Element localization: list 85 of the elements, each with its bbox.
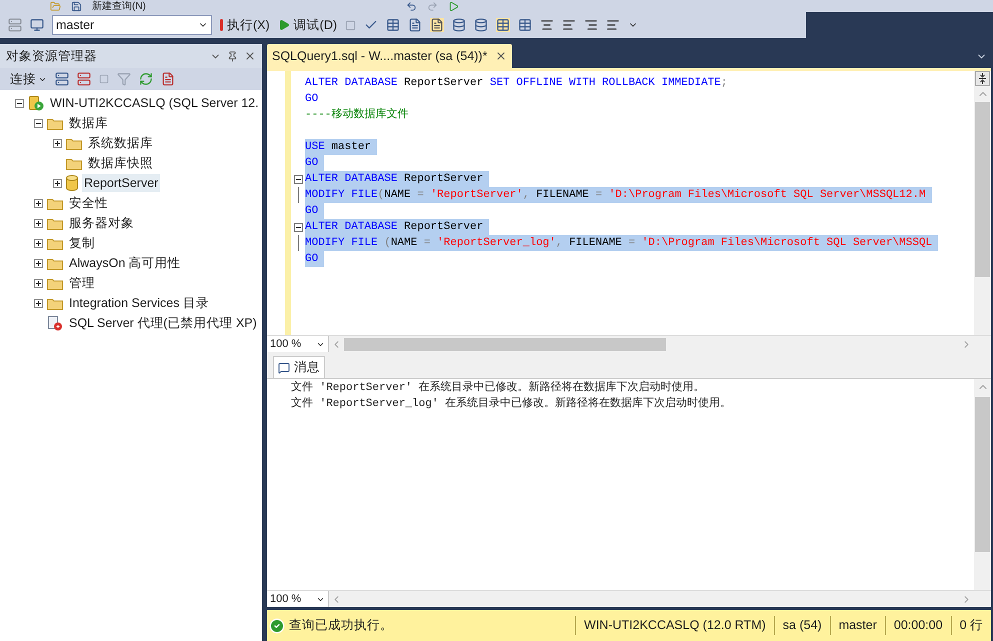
folder-icon	[47, 216, 63, 230]
debug-button[interactable]: 调试(D)	[278, 16, 338, 34]
scrollbar[interactable]	[974, 379, 991, 590]
folder-icon	[47, 236, 63, 250]
server-icon	[28, 95, 44, 111]
close-icon[interactable]	[495, 50, 508, 62]
tree-item[interactable]: Integration Services 目录	[67, 294, 211, 312]
scrollbar-thumb[interactable]	[344, 338, 666, 350]
status-message: 查询已成功执行。	[289, 617, 394, 634]
expand-icon[interactable]	[34, 258, 43, 268]
tree-item[interactable]: 服务器对象	[67, 214, 136, 232]
indent-icon[interactable]	[584, 18, 598, 32]
tree-item[interactable]: SQL Server 代理(已禁用代理 XP)	[67, 314, 259, 332]
folder-icon	[47, 196, 63, 210]
close-icon[interactable]	[244, 50, 256, 62]
folder-icon	[66, 136, 82, 150]
connect-button[interactable]: 连接	[10, 70, 47, 88]
tree-item[interactable]: AlwaysOn 高可用性	[67, 254, 183, 272]
agent-icon	[47, 315, 63, 331]
new-query-button[interactable]: 新建查询(N)	[92, 1, 146, 12]
row-count: 0 行	[950, 616, 991, 635]
tree-item[interactable]: 复制	[67, 234, 97, 252]
monitor-icon[interactable]	[30, 18, 44, 32]
folder-icon	[47, 116, 63, 130]
tree-item[interactable]: ReportServer	[82, 174, 160, 192]
message-line: 文件 'ReportServer_log' 在系统目录中已修改。新路径将在数据库下次启动时使用。	[291, 396, 732, 412]
grid-icon[interactable]	[496, 18, 510, 32]
message-line: 文件 'ReportServer' 在系统目录中已修改。新路径将在数据库下次启动时使用。	[291, 380, 705, 396]
expand-icon[interactable]	[53, 138, 62, 148]
document-icon[interactable]	[430, 18, 444, 32]
database-icon[interactable]	[474, 18, 488, 32]
execute-button[interactable]: 执行(X)	[220, 16, 270, 34]
server-icon[interactable]	[55, 72, 69, 86]
split-icon[interactable]	[975, 71, 990, 86]
expand-icon[interactable]	[53, 178, 62, 188]
undo-icon[interactable]	[406, 1, 417, 12]
folder-icon	[66, 156, 82, 170]
collapse-icon[interactable]	[34, 118, 43, 128]
database-icon[interactable]	[452, 18, 466, 32]
editor-tab[interactable]: SQLQuery1.sql - W....master (sa (54))*	[267, 44, 512, 68]
tree-item[interactable]: 数据库快照	[86, 154, 155, 172]
expand-icon[interactable]	[34, 238, 43, 248]
expand-icon[interactable]	[34, 198, 43, 208]
server-icon[interactable]	[77, 72, 91, 86]
panel-title: 对象资源管理器	[6, 48, 97, 65]
refresh-icon[interactable]	[139, 72, 153, 86]
collapse-icon[interactable]	[294, 174, 303, 184]
tree-item[interactable]: 系统数据库	[86, 134, 155, 152]
align-icon[interactable]	[562, 18, 576, 32]
expand-icon[interactable]	[34, 298, 43, 308]
zoom-dropdown[interactable]: 100 %	[267, 591, 329, 607]
expand-icon[interactable]	[34, 278, 43, 288]
folder-icon	[47, 296, 63, 310]
collapse-icon[interactable]	[15, 98, 24, 108]
document-icon[interactable]	[161, 72, 175, 86]
results-tab[interactable]: 消息	[273, 356, 325, 378]
database-dropdown[interactable]: master	[52, 15, 212, 35]
tree-item[interactable]: WIN-UTI2KCCASLQ (SQL Server 12.	[48, 94, 261, 112]
tree-item[interactable]: 管理	[67, 274, 97, 292]
grid-icon[interactable]	[518, 18, 532, 32]
scrollbar[interactable]	[974, 71, 991, 335]
server-status: WIN-UTI2KCCASLQ (12.0 RTM)	[575, 616, 774, 635]
expand-icon[interactable]	[34, 218, 43, 228]
scrollbar-thumb[interactable]	[975, 102, 990, 277]
zoom-dropdown[interactable]: 100 %	[267, 336, 329, 352]
play-icon	[278, 19, 290, 31]
scrollbar-thumb[interactable]	[975, 397, 990, 552]
pin-icon[interactable]	[227, 50, 238, 62]
success-icon	[269, 618, 285, 634]
database-status: master	[830, 616, 885, 635]
grid-icon[interactable]	[386, 18, 400, 32]
outdent-icon[interactable]	[606, 18, 620, 32]
tree-item[interactable]: 安全性	[67, 194, 110, 212]
collapse-icon[interactable]	[294, 222, 303, 232]
message-icon	[278, 362, 290, 374]
folder-icon	[47, 256, 63, 270]
align-icon[interactable]	[540, 18, 554, 32]
tree-item[interactable]: 数据库	[67, 114, 110, 132]
database-icon	[66, 175, 78, 191]
play-icon[interactable]	[448, 1, 459, 12]
user-status: sa (54)	[774, 616, 830, 635]
elapsed-time: 00:00:00	[884, 616, 951, 635]
document-icon[interactable]	[408, 18, 422, 32]
folder-icon	[47, 276, 63, 290]
save-icon[interactable]	[71, 1, 82, 12]
